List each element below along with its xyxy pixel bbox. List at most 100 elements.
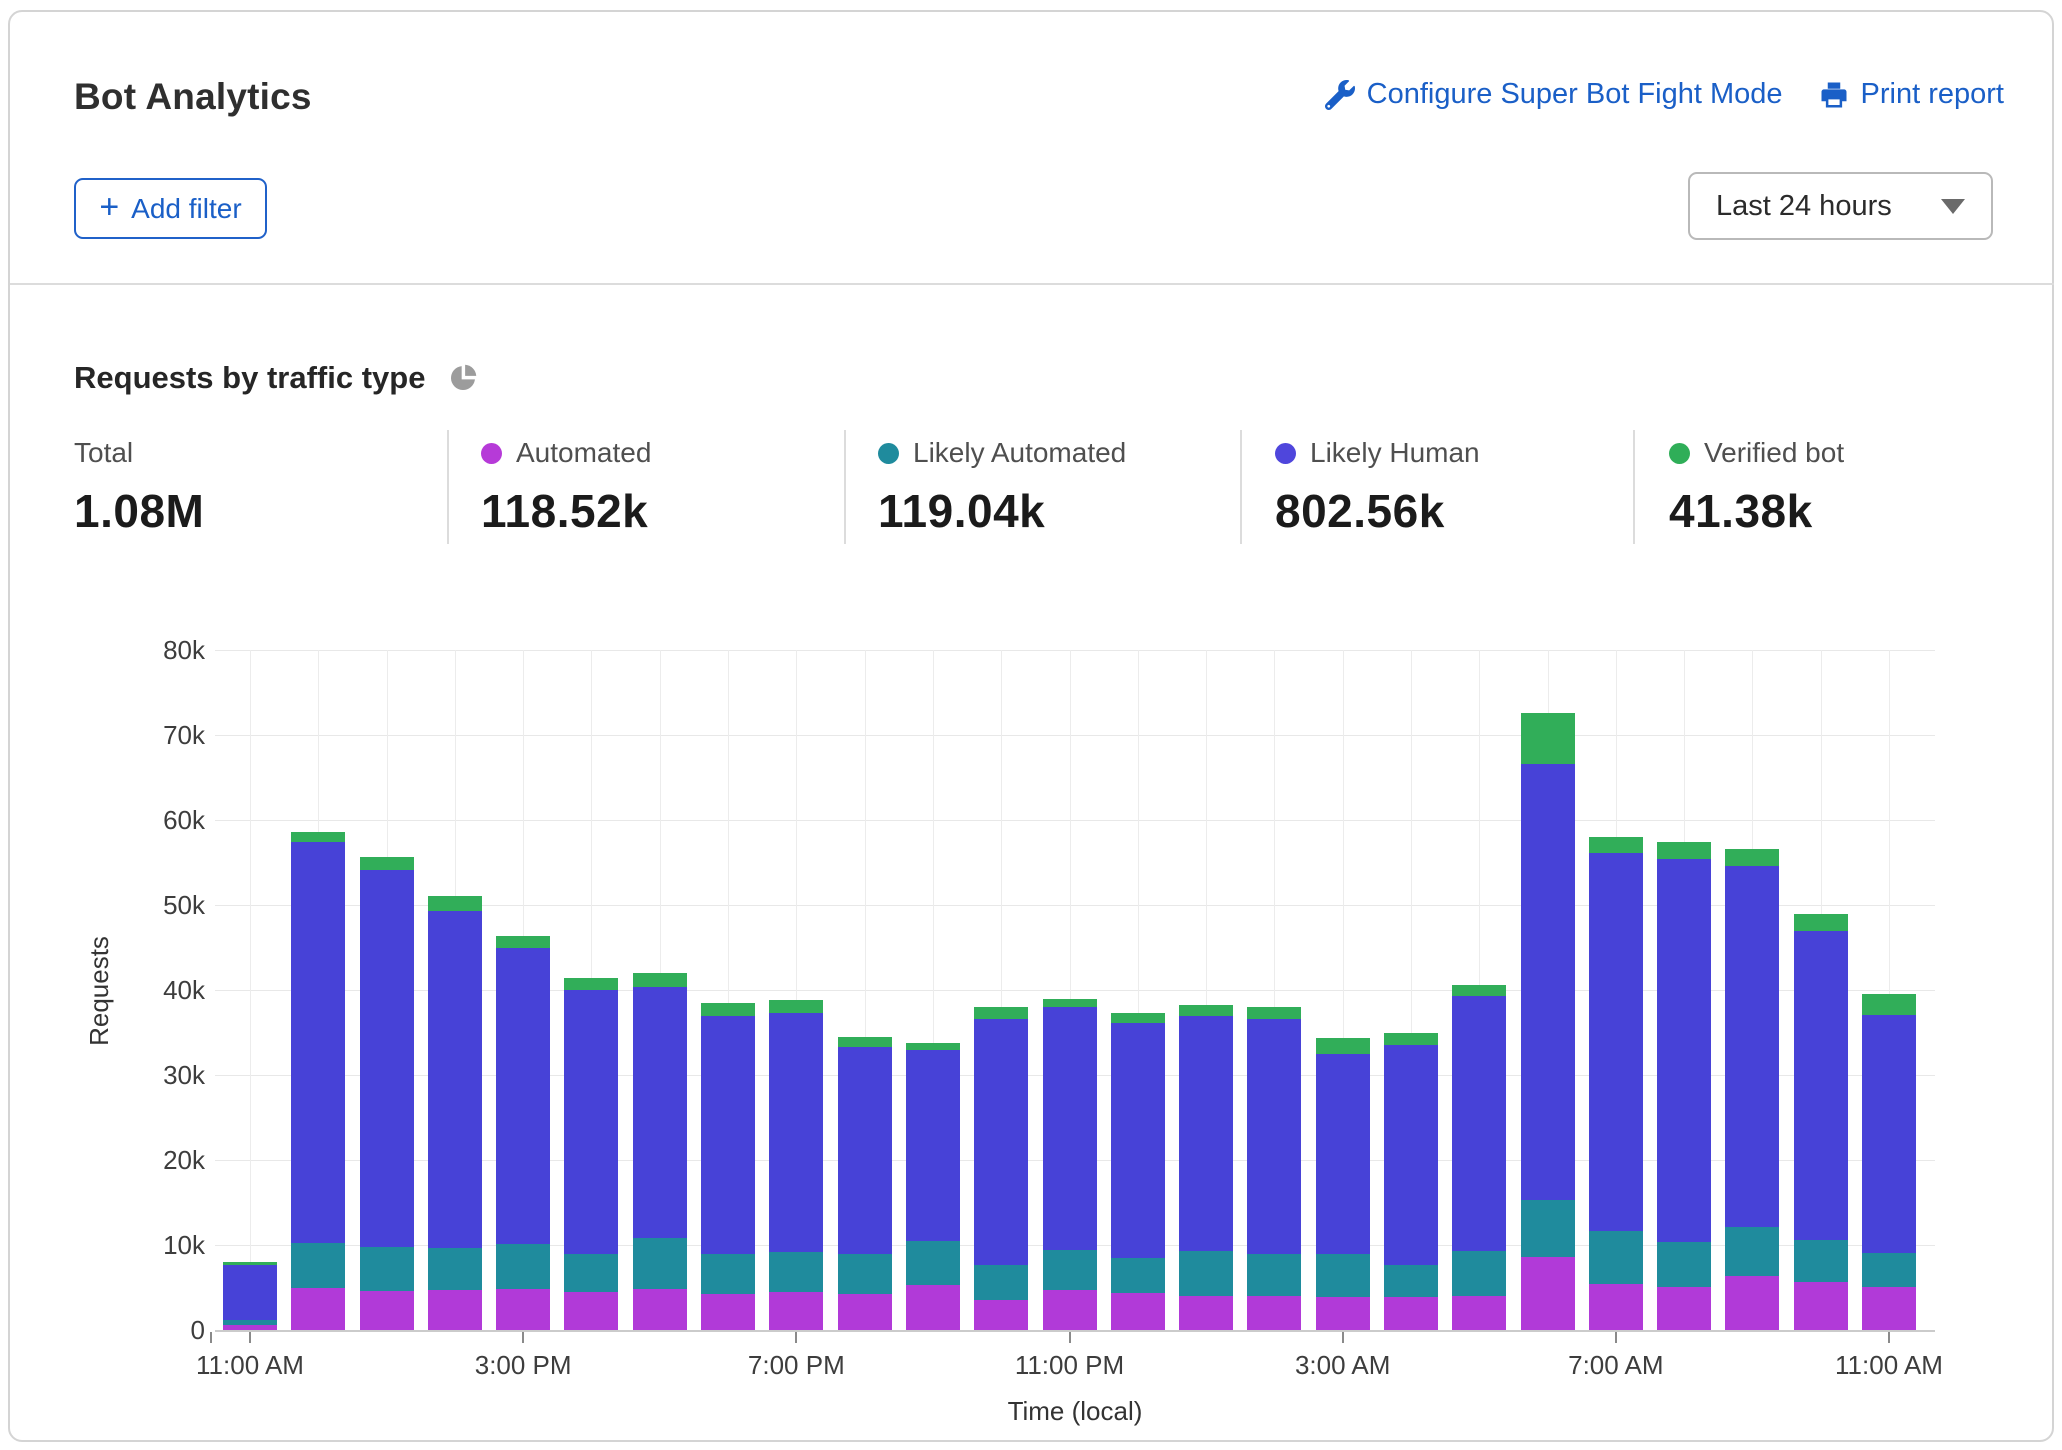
bar-100pm[interactable] — [359, 650, 414, 1330]
bar-1000pm[interactable] — [974, 650, 1029, 1330]
bar-segment-likely-human[interactable] — [1520, 763, 1575, 1200]
bar-segment-likely-automated[interactable] — [359, 1246, 414, 1291]
bar-segment-automated[interactable] — [1247, 1296, 1302, 1330]
bar-segment-verified-bot[interactable] — [701, 1002, 756, 1016]
bar-segment-automated[interactable] — [1657, 1286, 1712, 1330]
bar-segment-automated[interactable] — [564, 1291, 619, 1330]
bar-segment-verified-bot[interactable] — [1862, 994, 1916, 1015]
bar-segment-verified-bot[interactable] — [1383, 1033, 1438, 1046]
bar-300am[interactable] — [1315, 650, 1370, 1330]
print-report-link[interactable]: Print report — [1819, 78, 2004, 111]
bar-segment-likely-human[interactable] — [1452, 995, 1507, 1251]
bar-segment-likely-human[interactable] — [1110, 1023, 1165, 1258]
bar-segment-verified-bot[interactable] — [1179, 1005, 1234, 1016]
bar-segment-automated[interactable] — [769, 1291, 824, 1330]
bar-segment-likely-automated[interactable] — [427, 1248, 482, 1291]
bar-segment-likely-automated[interactable] — [1725, 1227, 1780, 1277]
bar-segment-verified-bot[interactable] — [1520, 712, 1575, 764]
bar-segment-likely-automated[interactable] — [905, 1240, 960, 1285]
bar-segment-likely-human[interactable] — [769, 1012, 824, 1252]
bar-segment-likely-human[interactable] — [1657, 859, 1712, 1243]
bar-segment-automated[interactable] — [359, 1290, 414, 1330]
bar-segment-likely-automated[interactable] — [701, 1254, 756, 1295]
bar-segment-verified-bot[interactable] — [1725, 848, 1780, 866]
bar-segment-likely-automated[interactable] — [769, 1251, 824, 1292]
bar-segment-likely-automated[interactable] — [1110, 1257, 1165, 1294]
bar-segment-automated[interactable] — [1862, 1286, 1916, 1330]
bar-segment-likely-automated[interactable] — [1247, 1254, 1302, 1296]
bar-segment-likely-human[interactable] — [223, 1264, 277, 1320]
bar-segment-likely-human[interactable] — [1179, 1015, 1234, 1251]
bar-segment-likely-automated[interactable] — [1315, 1253, 1370, 1297]
bar-200am[interactable] — [1247, 650, 1302, 1330]
bar-segment-automated[interactable] — [1042, 1290, 1097, 1330]
bar-segment-likely-human[interactable] — [1247, 1018, 1302, 1255]
bar-segment-likely-automated[interactable] — [1520, 1199, 1575, 1257]
bar-segment-likely-human[interactable] — [837, 1046, 892, 1255]
bar-segment-automated[interactable] — [837, 1294, 892, 1330]
bar-segment-likely-human[interactable] — [1042, 1007, 1097, 1251]
bar-segment-likely-automated[interactable] — [1862, 1252, 1916, 1287]
bar-segment-likely-human[interactable] — [496, 948, 551, 1245]
bar-600pm[interactable] — [701, 650, 756, 1330]
bar-segment-likely-human[interactable] — [1315, 1053, 1370, 1254]
bar-1100am[interactable] — [223, 650, 277, 1330]
bar-segment-automated[interactable] — [223, 1324, 277, 1330]
bar-segment-likely-automated[interactable] — [974, 1264, 1029, 1301]
bar-segment-verified-bot[interactable] — [1042, 998, 1097, 1007]
bar-segment-verified-bot[interactable] — [905, 1042, 960, 1051]
bar-segment-verified-bot[interactable] — [1452, 984, 1507, 996]
bar-segment-likely-automated[interactable] — [1588, 1231, 1643, 1285]
bar-segment-likely-human[interactable] — [632, 987, 687, 1239]
bar-segment-likely-automated[interactable] — [223, 1319, 277, 1325]
bar-segment-verified-bot[interactable] — [1247, 1007, 1302, 1019]
bar-segment-verified-bot[interactable] — [291, 831, 346, 843]
bar-100am[interactable] — [1179, 650, 1234, 1330]
bar-1000am[interactable] — [1793, 650, 1848, 1330]
bar-segment-likely-human[interactable] — [1862, 1014, 1916, 1253]
bar-segment-automated[interactable] — [1452, 1296, 1507, 1330]
bar-segment-verified-bot[interactable] — [359, 856, 414, 871]
bar-segment-verified-bot[interactable] — [427, 895, 482, 911]
bar-900am[interactable] — [1725, 650, 1780, 1330]
bar-200pm[interactable] — [427, 650, 482, 1330]
bar-segment-likely-human[interactable] — [291, 842, 346, 1244]
bar-800am[interactable] — [1657, 650, 1712, 1330]
bar-1200am[interactable] — [1110, 650, 1165, 1330]
bar-1200pm[interactable] — [291, 650, 346, 1330]
bar-segment-automated[interactable] — [1588, 1284, 1643, 1330]
bar-400pm[interactable] — [564, 650, 619, 1330]
bar-segment-automated[interactable] — [496, 1289, 551, 1330]
bar-segment-verified-bot[interactable] — [974, 1007, 1029, 1019]
bar-segment-verified-bot[interactable] — [223, 1262, 277, 1265]
bar-segment-likely-automated[interactable] — [1383, 1264, 1438, 1297]
bar-segment-likely-human[interactable] — [974, 1018, 1029, 1265]
bar-segment-verified-bot[interactable] — [564, 978, 619, 990]
bar-segment-likely-human[interactable] — [564, 990, 619, 1255]
bar-600am[interactable] — [1520, 650, 1575, 1330]
bar-segment-automated[interactable] — [1383, 1296, 1438, 1330]
bar-segment-likely-automated[interactable] — [1793, 1239, 1848, 1282]
bar-700pm[interactable] — [769, 650, 824, 1330]
bar-800pm[interactable] — [837, 650, 892, 1330]
configure-super-bot-fight-mode-link[interactable]: Configure Super Bot Fight Mode — [1324, 78, 1783, 111]
bar-segment-automated[interactable] — [905, 1284, 960, 1330]
bar-segment-verified-bot[interactable] — [1315, 1038, 1370, 1054]
bar-segment-automated[interactable] — [701, 1294, 756, 1330]
bar-segment-likely-human[interactable] — [1383, 1045, 1438, 1265]
bar-segment-automated[interactable] — [974, 1300, 1029, 1330]
bar-segment-likely-human[interactable] — [1793, 931, 1848, 1240]
bar-segment-likely-automated[interactable] — [837, 1254, 892, 1295]
time-range-select[interactable]: Last 24 hours — [1688, 172, 1993, 240]
bar-segment-automated[interactable] — [1520, 1256, 1575, 1330]
bar-segment-verified-bot[interactable] — [769, 1000, 824, 1013]
bar-1100pm[interactable] — [1042, 650, 1097, 1330]
bar-segment-verified-bot[interactable] — [1657, 842, 1712, 860]
bar-segment-likely-human[interactable] — [427, 910, 482, 1249]
bar-segment-verified-bot[interactable] — [837, 1036, 892, 1047]
bar-segment-automated[interactable] — [1179, 1296, 1234, 1330]
bar-1100am[interactable] — [1862, 650, 1916, 1330]
bar-segment-likely-automated[interactable] — [1179, 1250, 1234, 1296]
bar-segment-verified-bot[interactable] — [1110, 1012, 1165, 1024]
bar-segment-likely-automated[interactable] — [564, 1254, 619, 1292]
